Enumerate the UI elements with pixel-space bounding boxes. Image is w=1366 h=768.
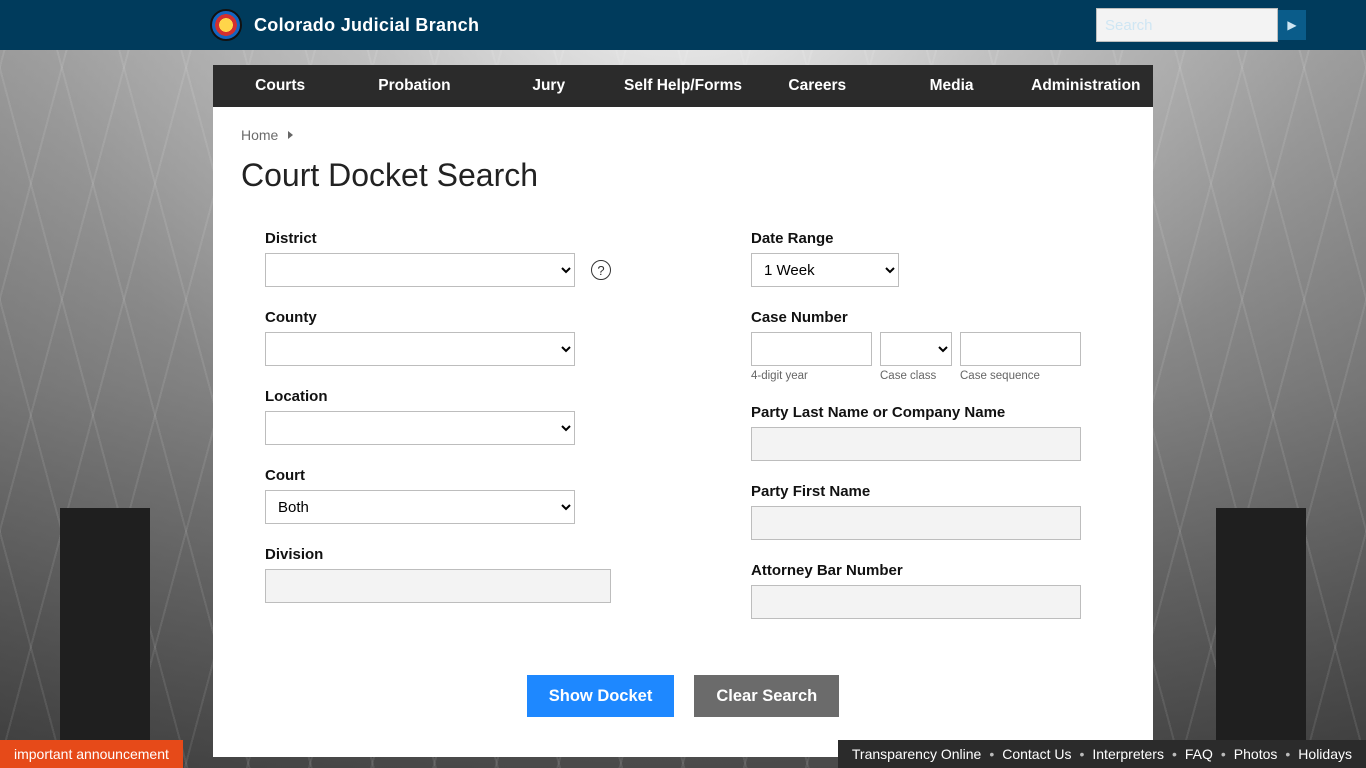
field-attorney-bar: Attorney Bar Number	[751, 562, 1081, 619]
case-number-label: Case Number	[751, 309, 1081, 326]
footer-links: Transparency Online • Contact Us • Interpr…	[838, 740, 1366, 768]
search-input[interactable]	[1096, 8, 1278, 42]
nav-administration[interactable]: Administration	[1019, 65, 1153, 107]
location-select[interactable]	[265, 411, 575, 445]
brand-text: Colorado Judicial Branch	[254, 15, 479, 36]
field-district: District ?	[265, 230, 611, 287]
date-range-select[interactable]: 1 Week	[751, 253, 899, 287]
party-first-name-input[interactable]	[751, 506, 1081, 540]
case-sequence-hint: Case sequence	[960, 370, 1081, 382]
nav-media[interactable]: Media	[884, 65, 1018, 107]
attorney-bar-input[interactable]	[751, 585, 1081, 619]
division-label: Division	[265, 546, 611, 563]
content-panel: Home Court Docket Search District ? Coun…	[213, 107, 1153, 757]
show-docket-button[interactable]: Show Docket	[527, 675, 675, 717]
help-icon[interactable]: ?	[591, 260, 611, 280]
form-column-left: District ? County Location Court	[265, 230, 611, 641]
field-location: Location	[265, 388, 611, 445]
case-year-hint: 4-digit year	[751, 370, 872, 382]
dot-icon: •	[1285, 746, 1290, 762]
field-party-last-name: Party Last Name or Company Name	[751, 404, 1081, 461]
field-division: Division	[265, 546, 611, 603]
main-nav: Courts Probation Jury Self Help/Forms Ca…	[213, 65, 1153, 107]
field-party-first-name: Party First Name	[751, 483, 1081, 540]
breadcrumb-home[interactable]: Home	[241, 127, 278, 143]
clear-search-button[interactable]: Clear Search	[694, 675, 839, 717]
district-select[interactable]	[265, 253, 575, 287]
announcement-banner[interactable]: important announcement	[0, 740, 183, 768]
case-class-select[interactable]	[880, 332, 952, 366]
breadcrumb: Home	[241, 127, 1125, 143]
top-bar: Colorado Judicial Branch ▶	[0, 0, 1366, 50]
dot-icon: •	[989, 746, 994, 762]
division-input[interactable]	[265, 569, 611, 603]
dot-icon: •	[1221, 746, 1226, 762]
footer-transparency[interactable]: Transparency Online	[852, 746, 981, 762]
search-form: District ? County Location Court	[241, 220, 1125, 641]
county-select[interactable]	[265, 332, 575, 366]
party-last-name-input[interactable]	[751, 427, 1081, 461]
court-select[interactable]: Both	[265, 490, 575, 524]
page-container: Courts Probation Jury Self Help/Forms Ca…	[213, 65, 1153, 757]
form-column-right: Date Range 1 Week Case Number 4-digit ye…	[751, 230, 1081, 641]
nav-courts[interactable]: Courts	[213, 65, 347, 107]
footer-interpreters[interactable]: Interpreters	[1092, 746, 1164, 762]
location-label: Location	[265, 388, 611, 405]
footer-holidays[interactable]: Holidays	[1298, 746, 1352, 762]
chevron-right-icon	[288, 131, 293, 139]
field-court: Court Both	[265, 467, 611, 524]
footer-photos[interactable]: Photos	[1234, 746, 1278, 762]
case-class-hint: Case class	[880, 370, 952, 382]
dot-icon: •	[1079, 746, 1084, 762]
field-date-range: Date Range 1 Week	[751, 230, 1081, 287]
case-sequence-input[interactable]	[960, 332, 1081, 366]
footer-faq[interactable]: FAQ	[1185, 746, 1213, 762]
search-submit-button[interactable]: ▶	[1278, 10, 1306, 40]
dot-icon: •	[1172, 746, 1177, 762]
party-last-name-label: Party Last Name or Company Name	[751, 404, 1081, 421]
attorney-bar-label: Attorney Bar Number	[751, 562, 1081, 579]
seal-icon	[210, 9, 242, 41]
form-actions: Show Docket Clear Search	[241, 675, 1125, 717]
nav-jury[interactable]: Jury	[482, 65, 616, 107]
field-county: County	[265, 309, 611, 366]
date-range-label: Date Range	[751, 230, 1081, 247]
site-search: ▶	[1096, 10, 1306, 40]
nav-careers[interactable]: Careers	[750, 65, 884, 107]
footer-contact[interactable]: Contact Us	[1002, 746, 1071, 762]
nav-self-help[interactable]: Self Help/Forms	[616, 65, 750, 107]
case-year-input[interactable]	[751, 332, 872, 366]
nav-probation[interactable]: Probation	[347, 65, 481, 107]
court-label: Court	[265, 467, 611, 484]
field-case-number: Case Number 4-digit year Case class C	[751, 309, 1081, 382]
page-title: Court Docket Search	[241, 157, 1125, 194]
party-first-name-label: Party First Name	[751, 483, 1081, 500]
county-label: County	[265, 309, 611, 326]
district-label: District	[265, 230, 611, 247]
brand[interactable]: Colorado Judicial Branch	[210, 9, 479, 41]
